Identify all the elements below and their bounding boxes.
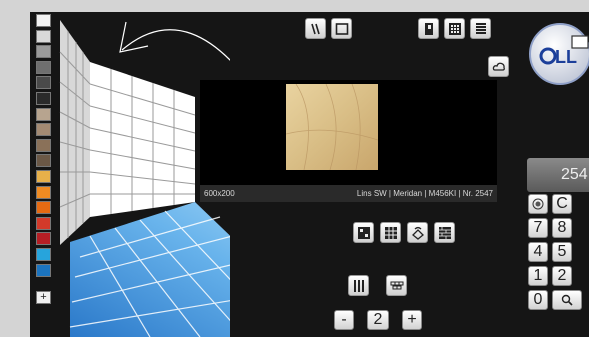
search-key[interactable] [552, 290, 582, 310]
color-swatch[interactable] [36, 201, 51, 215]
layers-toggle-button[interactable] [470, 18, 491, 39]
color-swatch[interactable] [36, 92, 51, 105]
preview-caption: 600x200 Lins SW | Meridan | M456KI | Nr.… [200, 185, 497, 202]
color-swatch[interactable] [36, 107, 51, 121]
vertical-stripes-icon [353, 279, 364, 292]
key-7[interactable]: 7 [528, 218, 548, 238]
pattern-toggle-button[interactable] [305, 18, 326, 39]
color-swatch[interactable] [36, 14, 51, 27]
door-icon [424, 22, 433, 35]
door-toggle-button[interactable] [418, 18, 439, 39]
tile-size-label: 600x200 [204, 189, 235, 198]
color-swatch[interactable] [36, 45, 51, 59]
cloud-sync-button[interactable] [488, 56, 509, 77]
settings-key[interactable] [528, 194, 548, 214]
tile-grid-icon [384, 226, 397, 239]
color-swatch[interactable] [36, 216, 51, 230]
checker-icon [357, 226, 370, 239]
brick-icon [438, 226, 451, 239]
color-swatch[interactable] [36, 170, 51, 183]
key-2[interactable]: 2 [552, 266, 572, 286]
color-swatch[interactable] [36, 248, 51, 261]
decrement-button[interactable]: - [334, 310, 354, 330]
calculator-display: 254 [527, 158, 589, 192]
key-4[interactable]: 4 [528, 242, 548, 262]
wood-tile-image [286, 84, 378, 170]
mosaic-button[interactable] [386, 275, 407, 296]
key-8[interactable]: 8 [552, 218, 572, 238]
stripes-icon [310, 23, 320, 34]
pattern-grid-button[interactable] [380, 222, 401, 243]
color-swatch[interactable] [36, 29, 51, 43]
color-swatch[interactable] [36, 123, 51, 137]
rotate-icon [411, 226, 424, 240]
color-swatch[interactable] [36, 232, 51, 246]
color-swatch[interactable] [36, 154, 51, 168]
frame-toggle-button[interactable] [331, 18, 352, 39]
vertical-stripes-button[interactable] [348, 275, 369, 296]
frame-icon [335, 22, 348, 35]
key-c[interactable]: C [552, 194, 572, 214]
rotate-button[interactable] [407, 222, 428, 243]
brand-logo: LL [529, 23, 589, 85]
pattern-checker-button[interactable] [353, 222, 374, 243]
room-editor: + LL 600x200 Lins SW | Meridan | M456KI … [30, 12, 589, 337]
key-0[interactable]: 0 [528, 290, 548, 310]
color-swatch[interactable] [36, 60, 51, 74]
product-label: Lins SW | Meridan | M456KI | Nr. 2547 [356, 189, 493, 198]
color-swatch[interactable] [36, 263, 51, 277]
cloud-icon [492, 62, 505, 71]
tile-preview [200, 80, 497, 202]
layers-icon [475, 22, 486, 34]
key-5[interactable]: 5 [552, 242, 572, 262]
color-swatch[interactable] [36, 76, 51, 90]
grid-icon [448, 22, 461, 35]
grid-toggle-button[interactable] [444, 18, 465, 39]
search-icon [561, 294, 573, 306]
logo-text: LL [555, 47, 577, 67]
increment-button[interactable]: + [402, 310, 422, 330]
add-color-button[interactable]: + [36, 291, 51, 304]
color-swatch[interactable] [36, 185, 51, 199]
mosaic-icon [390, 281, 403, 289]
pattern-brick-button[interactable] [434, 222, 455, 243]
key-1[interactable]: 1 [528, 266, 548, 286]
target-icon [532, 198, 544, 210]
color-swatch[interactable] [36, 138, 51, 152]
quantity-value: 2 [367, 310, 389, 330]
